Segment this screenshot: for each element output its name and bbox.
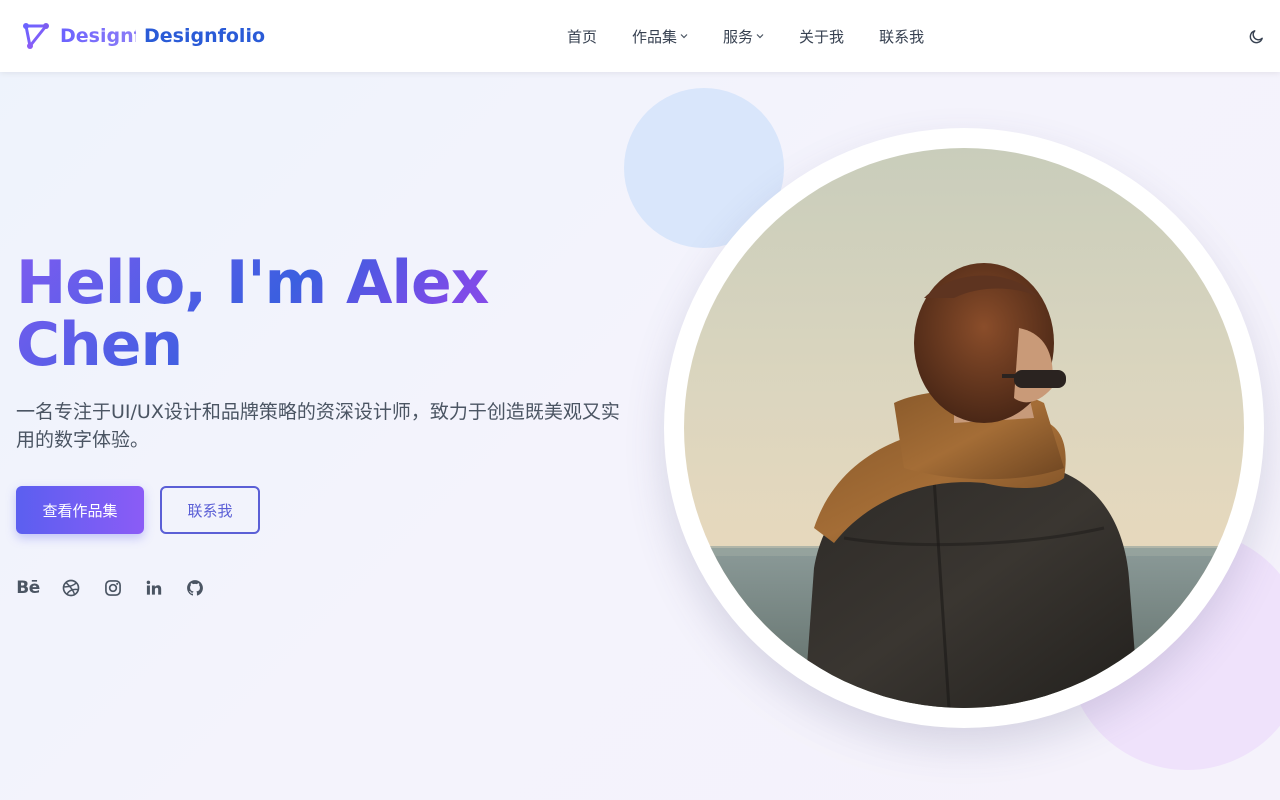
nav-item-contact[interactable]: 联系我 <box>879 26 924 47</box>
linkedin-link[interactable] <box>142 576 166 600</box>
linkedin-icon <box>146 580 162 595</box>
hero-subtitle: 一名专注于UI/UX设计和品牌策略的资深设计师，致力于创造既美观又实用的数字体验… <box>16 401 620 451</box>
chevron-down-icon <box>756 34 764 39</box>
dribbble-link[interactable] <box>59 576 83 600</box>
contact-me-button[interactable]: 联系我 <box>160 486 260 534</box>
moon-icon[interactable] <box>1248 28 1265 45</box>
pen-tool-logo-icon <box>23 23 49 49</box>
nav-item-label: 联系我 <box>879 27 925 46</box>
instagram-link[interactable] <box>101 576 125 600</box>
profile-photo-illustration <box>684 148 1244 708</box>
logo-wordmark-faded: Designfolio <box>60 25 136 47</box>
site-header: Designfolio Designfolio 首页 作品集 服务 关于我 联系… <box>0 0 1280 72</box>
chevron-down-icon <box>680 34 688 39</box>
nav-item-about[interactable]: 关于我 <box>799 26 844 47</box>
brand-logo[interactable]: Designfolio Designfolio <box>22 20 265 52</box>
github-link[interactable] <box>183 576 207 600</box>
profile-photo <box>684 148 1244 708</box>
nav-item-label: 服务 <box>723 27 754 46</box>
nav-item-label: 关于我 <box>799 27 845 46</box>
nav-item-services[interactable]: 服务 <box>723 26 764 47</box>
github-icon <box>187 580 203 596</box>
hero-title: Hello, I'm Alex Chen <box>16 252 576 376</box>
view-portfolio-button[interactable]: 查看作品集 <box>16 486 144 534</box>
nav-item-label: 作品集 <box>632 27 678 46</box>
logo-wordmark: Designfolio <box>144 25 266 47</box>
behance-link[interactable]: Bē <box>15 576 41 600</box>
nav-item-home[interactable]: 首页 <box>567 26 597 47</box>
behance-icon: Bē <box>16 578 40 598</box>
nav-item-portfolio[interactable]: 作品集 <box>632 26 688 47</box>
dribbble-icon <box>62 579 80 597</box>
instagram-icon <box>105 580 121 596</box>
main-nav: 首页 作品集 服务 关于我 联系我 <box>567 24 924 48</box>
nav-item-label: 首页 <box>567 27 598 46</box>
